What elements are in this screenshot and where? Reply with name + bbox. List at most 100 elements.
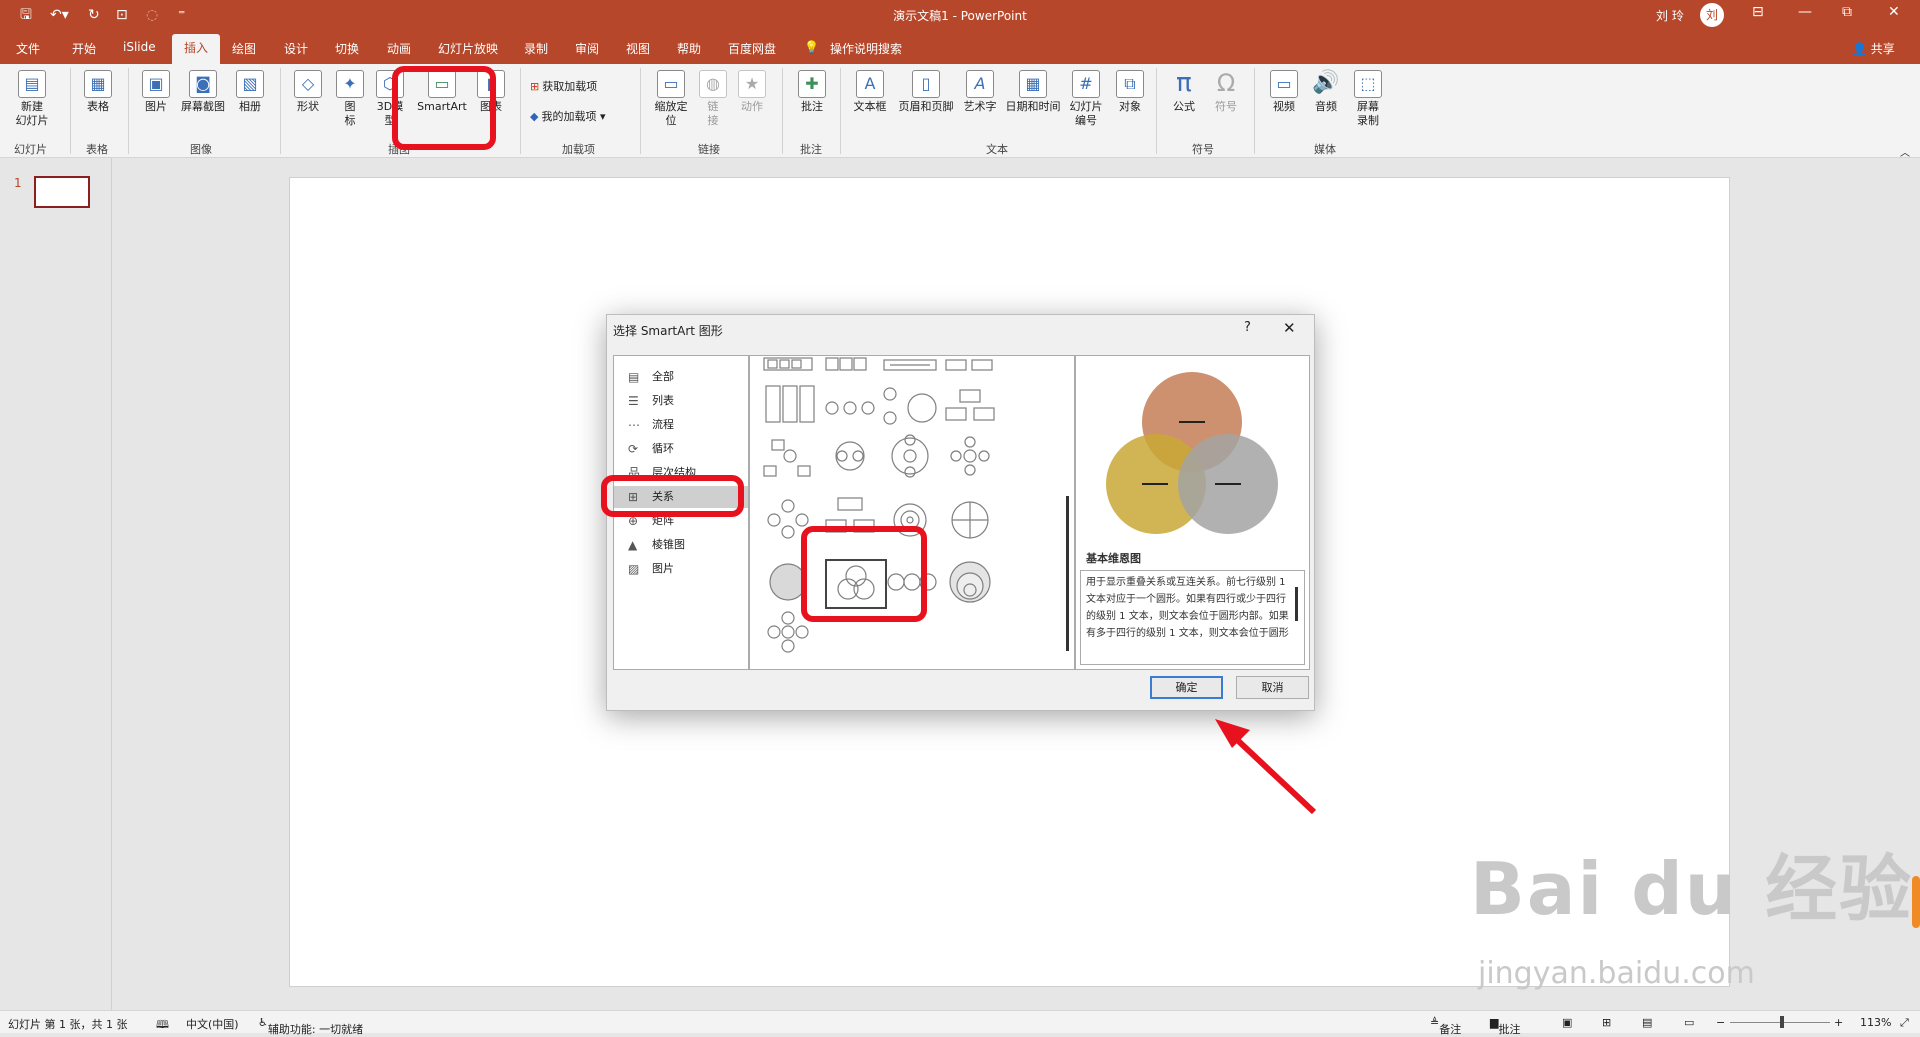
category-hierarchy[interactable]: 品层次结构 <box>614 462 748 484</box>
description-scrollbar[interactable] <box>1295 587 1298 621</box>
category-pyramid[interactable]: ▲ 棱锥图 <box>614 534 748 556</box>
layout-thumbnail[interactable] <box>945 359 993 371</box>
tab-help[interactable]: 帮助 <box>677 40 701 57</box>
layout-thumbnail[interactable] <box>763 439 811 477</box>
normal-view-icon[interactable]: ▣ <box>1562 1016 1572 1029</box>
tab-home[interactable]: 开始 <box>72 40 96 57</box>
3d-models-button[interactable]: ⬡ 3D模 型 <box>372 70 408 128</box>
icons-button[interactable]: ✦ 图 标 <box>330 70 370 128</box>
layout-thumbnail[interactable] <box>765 385 815 423</box>
datetime-button[interactable]: ▦ 日期和时间 <box>1004 70 1062 114</box>
share-button[interactable]: 👤 共享 <box>1852 40 1895 57</box>
tab-review[interactable]: 审阅 <box>575 40 599 57</box>
video-button[interactable]: ▭ 视频 <box>1262 70 1306 114</box>
zoom-slider-thumb[interactable] <box>1780 1016 1784 1028</box>
tab-record[interactable]: 录制 <box>524 40 548 57</box>
help-icon[interactable]: ? <box>1244 320 1251 335</box>
layout-thumbnail[interactable] <box>763 357 813 371</box>
language-status[interactable]: 中文(中国) <box>186 1016 239 1032</box>
layout-thumbnail[interactable] <box>945 389 995 421</box>
scroll-indicator[interactable] <box>1912 876 1920 928</box>
smartart-button[interactable]: ▭ SmartArt <box>410 70 474 114</box>
textbox-button[interactable]: A 文本框 <box>848 70 892 114</box>
category-list-item[interactable]: ☰ 列表 <box>614 390 748 412</box>
avatar[interactable]: 刘 <box>1700 3 1724 27</box>
minimize-icon[interactable]: — <box>1798 4 1812 20</box>
wordart-button[interactable]: A 艺术字 <box>958 70 1002 114</box>
close-icon[interactable]: ✕ <box>1888 4 1900 20</box>
pictures-button[interactable]: ▣ 图片 <box>134 70 178 114</box>
ribbon-display-icon[interactable]: ⊟ <box>1752 4 1764 20</box>
photo-album-button[interactable]: ▧ 相册 <box>228 70 272 114</box>
gallery-scrollbar[interactable] <box>1066 496 1069 651</box>
layout-thumbnail[interactable] <box>949 561 991 603</box>
tab-design[interactable]: 设计 <box>284 40 308 57</box>
tab-baidu-netdisk[interactable]: 百度网盘 <box>728 40 776 57</box>
layout-thumbnail[interactable] <box>767 499 809 539</box>
link-button[interactable]: ◍ 链 接 <box>696 70 730 128</box>
tab-file[interactable]: 文件 <box>16 40 40 57</box>
tab-draw[interactable]: 绘图 <box>232 40 256 57</box>
category-picture[interactable]: ▨ 图片 <box>614 558 748 580</box>
category-all[interactable]: ▤ 全部 <box>614 366 748 388</box>
zoom-out-icon[interactable]: − <box>1716 1016 1725 1029</box>
zoom-level[interactable]: 113% <box>1860 1016 1891 1029</box>
maximize-icon[interactable]: ⧉ <box>1842 4 1852 20</box>
action-button[interactable]: ★ 动作 <box>732 70 772 114</box>
layout-thumbnail[interactable] <box>825 401 875 415</box>
category-matrix[interactable]: ⊕ 矩阵 <box>614 510 748 532</box>
slideshow-icon[interactable]: ▭ <box>1684 1016 1694 1029</box>
zoom-in-icon[interactable]: + <box>1834 1016 1843 1029</box>
tell-me-search[interactable]: 操作说明搜索 <box>830 40 902 57</box>
equation-button[interactable]: π 公式 <box>1162 70 1206 114</box>
tab-animations[interactable]: 动画 <box>387 40 411 57</box>
layout-thumbnail[interactable] <box>951 501 989 539</box>
layout-thumbnail[interactable] <box>887 573 937 591</box>
slide-number-button[interactable]: # 幻灯片 编号 <box>1064 70 1108 128</box>
user-name[interactable]: 刘 玲 <box>1656 7 1684 24</box>
my-addins-button[interactable]: ◆ 我的加载项 ▾ <box>530 108 606 124</box>
chart-button[interactable]: ▮ 图表 <box>476 70 506 114</box>
category-process[interactable]: ⋯ 流程 <box>614 414 748 436</box>
comment-button[interactable]: ✚ 批注 <box>790 70 834 114</box>
category-cycle[interactable]: ⟳ 循环 <box>614 438 748 460</box>
fit-to-window-icon[interactable]: ⤢ <box>1900 1016 1909 1030</box>
layout-thumbnail[interactable] <box>891 434 929 478</box>
tab-slideshow[interactable]: 幻灯片放映 <box>438 40 498 57</box>
get-addins-button[interactable]: ⊞ 获取加载项 <box>530 78 597 94</box>
layout-thumbnail[interactable] <box>883 387 937 425</box>
shapes-button[interactable]: ◇ 形状 <box>286 70 330 114</box>
screen-recording-button[interactable]: ⬚ 屏幕 录制 <box>1346 70 1390 128</box>
collapse-ribbon-icon[interactable]: ︿ <box>1900 144 1910 159</box>
layout-thumbnail[interactable] <box>767 611 809 653</box>
close-icon[interactable]: ✕ <box>1283 319 1296 337</box>
layout-thumbnail[interactable] <box>825 357 867 371</box>
tab-islide[interactable]: iSlide <box>123 40 156 54</box>
table-button[interactable]: ▦ 表格 <box>76 70 120 114</box>
tab-transitions[interactable]: 切换 <box>335 40 359 57</box>
slide-sorter-icon[interactable]: ⊞ <box>1602 1016 1611 1029</box>
layout-thumbnail[interactable] <box>893 503 927 537</box>
category-relationship[interactable]: ⊞ 关系 <box>614 486 748 508</box>
audio-button[interactable]: 🔊 音频 <box>1304 70 1348 114</box>
layout-thumbnail[interactable] <box>825 497 875 533</box>
zoom-button[interactable]: ▭ 缩放定 位 <box>648 70 694 128</box>
reading-view-icon[interactable]: ▤ <box>1642 1016 1652 1029</box>
layout-thumbnail[interactable] <box>825 559 887 609</box>
comments-button[interactable]: ▆ 批注 <box>1490 1016 1520 1036</box>
symbol-button[interactable]: Ω 符号 <box>1204 70 1248 114</box>
object-button[interactable]: ⧉ 对象 <box>1108 70 1152 114</box>
slide-thumbnail[interactable] <box>34 176 90 208</box>
layout-thumbnail[interactable] <box>769 563 807 601</box>
new-slide-button[interactable]: ▤ 新建 幻灯片 <box>10 70 54 128</box>
screenshot-button[interactable]: ◙ 屏幕截图 <box>180 70 226 114</box>
layout-thumbnail[interactable] <box>883 359 937 371</box>
spellcheck-icon[interactable]: 🕮 <box>156 1016 169 1035</box>
header-footer-button[interactable]: ▯ 页眉和页脚 <box>896 70 956 114</box>
tab-insert[interactable]: 插入 <box>172 34 221 64</box>
notes-button[interactable]: ≜ 备注 <box>1430 1016 1461 1036</box>
layout-thumbnail[interactable] <box>950 436 990 476</box>
cancel-button[interactable]: 取消 <box>1236 676 1309 699</box>
ok-button[interactable]: 确定 <box>1150 676 1223 699</box>
tab-view[interactable]: 视图 <box>626 40 650 57</box>
